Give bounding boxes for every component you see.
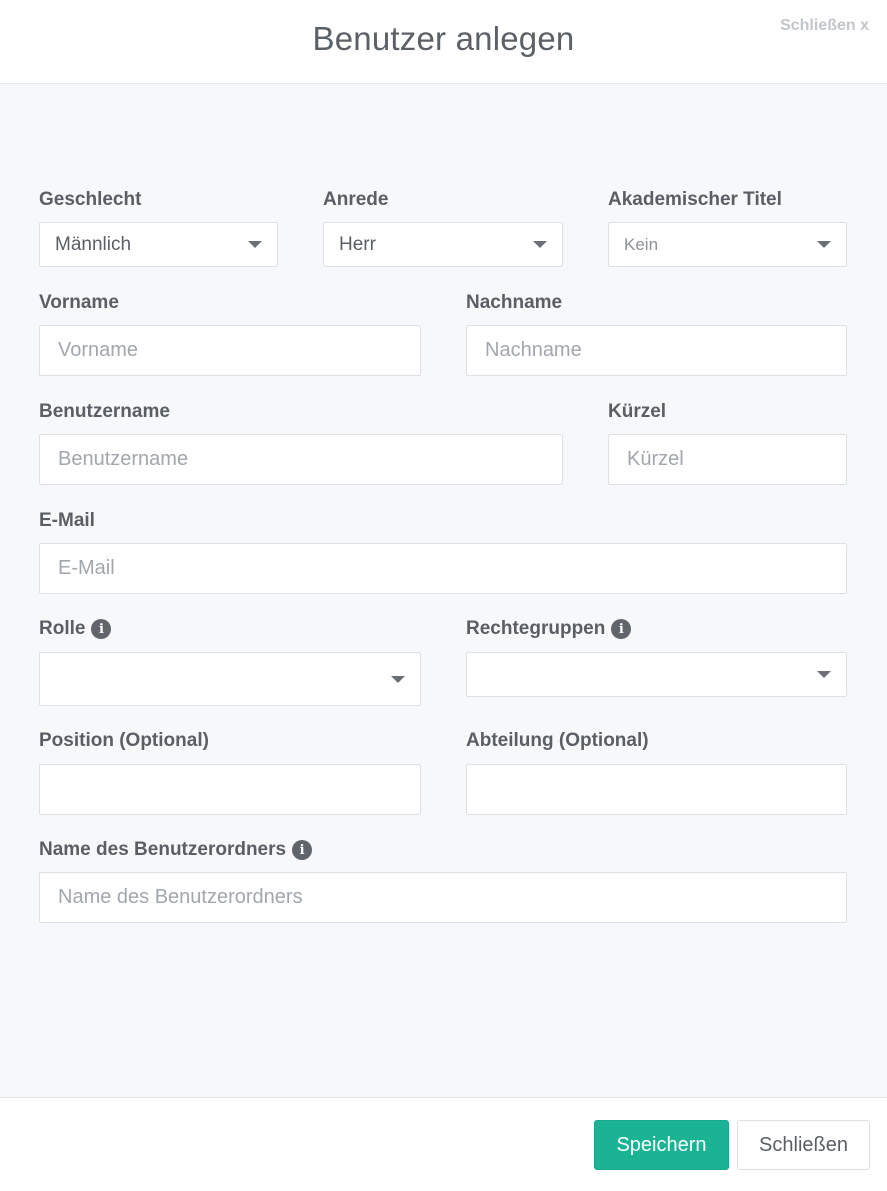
modal-footer: Speichern Schließen xyxy=(0,1097,887,1191)
ordner-label-text: Name des Benutzerordners xyxy=(39,839,287,860)
ordner-label: Name des Benutzerordners i xyxy=(39,839,313,861)
position-field xyxy=(39,764,421,815)
ordner-field xyxy=(39,872,847,923)
benutzername-field xyxy=(39,434,563,485)
caret-down-icon xyxy=(248,241,262,248)
caret-down-icon xyxy=(533,241,547,248)
modal-title: Benutzer anlegen xyxy=(312,20,575,57)
kuerzel-field xyxy=(608,434,847,485)
titel-value: Kein xyxy=(624,234,659,254)
caret-down-icon xyxy=(817,671,831,678)
caret-down-icon xyxy=(817,241,831,248)
geschlecht-label: Geschlecht xyxy=(39,189,142,210)
rechtegruppen-label: Rechtegruppen i xyxy=(466,618,632,640)
close-button[interactable]: Schließen xyxy=(737,1120,870,1170)
geschlecht-select[interactable]: Männlich xyxy=(39,222,278,267)
rolle-label-text: Rolle xyxy=(39,618,86,639)
info-circle-icon[interactable]: i xyxy=(91,619,112,639)
rechtegruppen-label-text: Rechtegruppen xyxy=(466,618,606,639)
benutzername-label: Benutzername xyxy=(39,401,170,422)
vorname-input[interactable] xyxy=(58,339,402,362)
save-button[interactable]: Speichern xyxy=(594,1120,729,1170)
position-label: Position (Optional) xyxy=(39,730,209,751)
info-circle-icon[interactable]: i xyxy=(292,840,313,860)
nachname-input[interactable] xyxy=(485,339,828,362)
nachname-label: Nachname xyxy=(466,292,563,313)
kuerzel-label: Kürzel xyxy=(608,401,667,422)
email-input[interactable] xyxy=(58,557,828,580)
abteilung-field xyxy=(466,764,847,815)
benutzername-input[interactable] xyxy=(58,448,544,471)
titel-select[interactable]: Kein xyxy=(608,222,847,267)
modal-header: Benutzer anlegen Schließen x xyxy=(0,0,887,84)
position-input[interactable] xyxy=(58,778,402,801)
anrede-select[interactable]: Herr xyxy=(323,222,563,267)
email-label: E-Mail xyxy=(39,510,95,531)
vorname-label: Vorname xyxy=(39,292,119,313)
info-circle-icon[interactable]: i xyxy=(611,619,632,639)
titel-label: Akademischer Titel xyxy=(608,189,782,210)
abteilung-input[interactable] xyxy=(485,778,828,801)
anrede-value: Herr xyxy=(339,233,376,255)
email-field xyxy=(39,543,847,594)
rolle-label: Rolle i xyxy=(39,618,112,640)
nachname-field xyxy=(466,325,847,376)
anrede-label: Anrede xyxy=(323,189,389,210)
close-link[interactable]: Schließen x xyxy=(780,17,869,35)
ordner-input[interactable] xyxy=(58,886,828,909)
rechtegruppen-select[interactable] xyxy=(466,652,847,697)
kuerzel-input[interactable] xyxy=(627,448,828,471)
abteilung-label: Abteilung (Optional) xyxy=(466,730,649,751)
vorname-field xyxy=(39,325,421,376)
caret-down-icon xyxy=(391,675,405,683)
geschlecht-value: Männlich xyxy=(55,233,132,255)
rolle-select[interactable] xyxy=(39,652,421,706)
